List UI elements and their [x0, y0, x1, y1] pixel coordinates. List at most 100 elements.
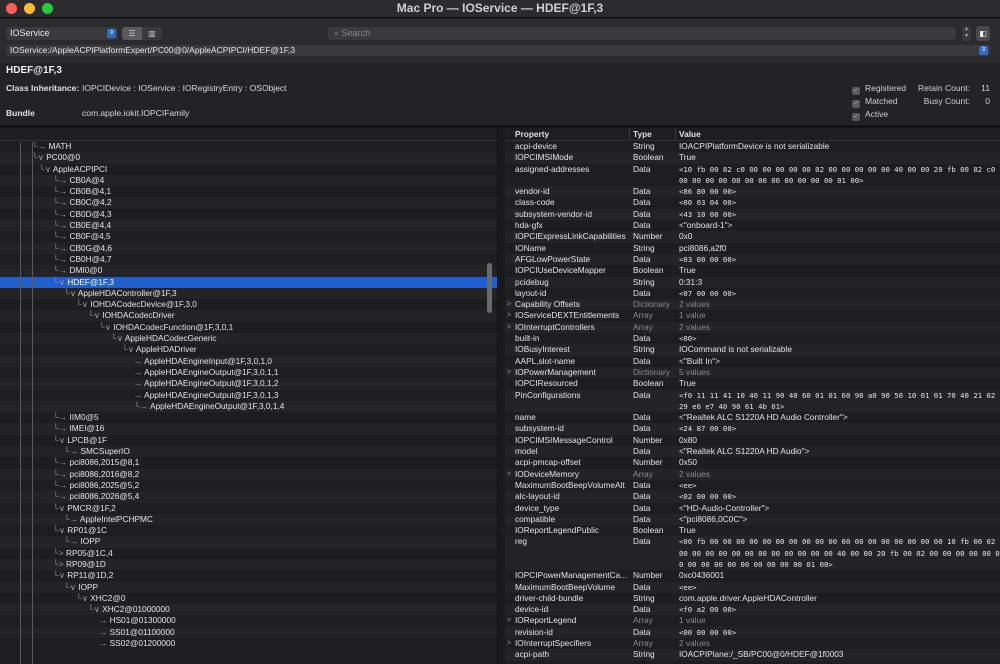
registry-tree[interactable]: └→ MATH └∨ PC00@0 └∨ AppleACPIPCI └→ CB0A@4…	[0, 128, 497, 664]
property-row[interactable]: vendor-id Data <86 80 00 00>	[505, 186, 1000, 198]
column-header-property[interactable]: Property	[505, 128, 630, 140]
tree-row[interactable]: └→ CB0C@4,2	[0, 197, 497, 209]
pane-splitter[interactable]: ⋮	[497, 128, 506, 664]
property-row[interactable]: > IOPowerManagement Dictionary 5 values	[505, 366, 1000, 379]
property-row[interactable]: IOName String pci8086,a2f0	[505, 243, 1000, 254]
property-row[interactable]: model Data <"Realtek ALC S1220A HD Audio">	[505, 446, 1000, 458]
tree-row[interactable]: └→ IMEI@16	[0, 423, 497, 435]
tree-row[interactable]: └→ SMCSuperIO	[0, 446, 497, 458]
property-row[interactable]: MaximumBootBeepVolumeAlt Data <ee>	[505, 480, 1000, 491]
tree-row[interactable]: └→ CB0F@4,5	[0, 231, 497, 242]
column-view-icon[interactable]: ▥	[142, 27, 162, 40]
tree-row[interactable]: └→ MATH	[0, 141, 497, 152]
disclosure-triangle-icon[interactable]: >	[507, 367, 511, 378]
column-header-value[interactable]: Value	[676, 128, 1000, 140]
disclosure-triangle-icon[interactable]: >	[507, 638, 511, 649]
tree-row[interactable]: └→ AppleIntelPCHPMC	[0, 513, 497, 526]
property-row[interactable]: acpi-pmcap-offset Number 0x50	[505, 457, 1000, 468]
property-row[interactable]: compatible Data <"pci8086,0C0C">	[505, 513, 1000, 526]
tree-row[interactable]: └→ pci8086,2026@5,4	[0, 491, 497, 503]
property-row[interactable]: > Capability Offsets Dictionary 2 values	[505, 299, 1000, 311]
property-row[interactable]: hda-gfx Data <"onboard-1">	[505, 220, 1000, 231]
property-row[interactable]: IOPCIMSIMode Boolean True	[505, 152, 1000, 164]
property-row[interactable]: driver-child-bundle String com.apple.drive…	[505, 593, 1000, 604]
property-row[interactable]: IOPCIResourced Boolean True	[505, 378, 1000, 389]
tree-row[interactable]: └→ CB0A@4	[0, 174, 497, 187]
tree-row[interactable]: └→ pci8086,2016@8,2	[0, 468, 497, 480]
property-row[interactable]: > IOServiceDEXTEntitlements Array 1 value	[505, 310, 1000, 321]
property-row[interactable]: acpi-path String IOACPIPlane:/_SB/PC00@0/H…	[505, 649, 1000, 661]
tree-row[interactable]: → SS01@01100000	[0, 626, 497, 639]
property-row[interactable]: name Data <"Realtek ALC S1220A HD Audio Co…	[505, 412, 1000, 423]
property-row[interactable]: subsystem-id Data <24 87 00 00>	[505, 423, 1000, 435]
disclosure-triangle-icon[interactable]: >	[507, 299, 511, 310]
tree-row[interactable]: └→ pci8086,2015@8,1	[0, 457, 497, 468]
property-row[interactable]: alc-layout-id Data <02 00 00 00>	[505, 491, 1000, 503]
disclosure-triangle-icon[interactable]: >	[507, 322, 511, 333]
property-row[interactable]: IOPCIUseDeviceMapper Boolean True	[505, 265, 1000, 276]
disclosure-triangle-icon[interactable]: >	[507, 469, 511, 480]
property-row[interactable]: acpi-device String IOACPIPlatformDevice is…	[505, 141, 1000, 152]
tree-row[interactable]: → SS02@01200000	[0, 638, 497, 649]
property-row[interactable]: AAPL,slot-name Data <"Built In">	[505, 356, 1000, 367]
property-row[interactable]: reg Data <00 fb 00 00 00 00 00 00 00 00 00…	[505, 536, 1000, 571]
tree-row[interactable]: └→ IIM0@5	[0, 412, 497, 423]
property-row[interactable]: IOPCIMSIMessageControl Number 0x80	[505, 435, 1000, 446]
tree-row[interactable]: └∨ AppleHDAController@1F,3	[0, 287, 497, 300]
property-row[interactable]: assigned-addresses Data <10 fb 00 82 c0 00…	[505, 164, 1000, 187]
plane-select[interactable]: IOService ⇕	[6, 27, 118, 40]
list-view-icon[interactable]: ☰	[122, 27, 142, 40]
search-options-stepper[interactable]: ▴ ▾	[962, 26, 971, 41]
tree-row[interactable]: → AppleHDAEngineOutput@1F,3,0,1,3	[0, 390, 497, 401]
sidebar-toggle-icon[interactable]: ◧	[976, 26, 990, 41]
tree-row[interactable]: └∨ RP01@1C	[0, 525, 497, 536]
property-row[interactable]: subsystem-vendor-id Data <43 10 00 00>	[505, 208, 1000, 221]
tree-row[interactable]: → AppleHDAEngineOutput@1F,3,0,1,2	[0, 378, 497, 390]
tree-row[interactable]: └> RP09@1D	[0, 558, 497, 571]
tree-row[interactable]: └→ CB0H@4,7	[0, 254, 497, 265]
tree-row[interactable]: └∨ RP11@1D,2	[0, 570, 497, 581]
tree-row[interactable]: → AppleHDAEngineOutput@1F,3,0,1,1	[0, 367, 497, 378]
tree-row[interactable]: └∨ IOPP	[0, 581, 497, 593]
tree-scrollbar[interactable]	[487, 263, 492, 313]
property-row[interactable]: device_type Data <"HD-Audio-Controller">	[505, 503, 1000, 514]
tree-row[interactable]: └∨ XHC2@01000000	[0, 604, 497, 616]
property-row[interactable]: built-in Data <00>	[505, 333, 1000, 344]
property-row[interactable]: device-id Data <f0 a2 00 00>	[505, 604, 1000, 616]
tree-row[interactable]: └→ IOPP	[0, 536, 497, 548]
tree-row[interactable]: └∨ IOHDACodecFunction@1F,3,0,1	[0, 322, 497, 333]
path-select[interactable]: IOService:/AppleACPIPlatformExpert/PC00@…	[6, 45, 990, 56]
tree-row[interactable]: └∨ AppleHDACodecGeneric	[0, 333, 497, 345]
tree-row[interactable]: └∨ XHC2@0	[0, 593, 497, 604]
tree-row[interactable]: └∨ IOHDACodecDriver	[0, 310, 497, 322]
tree-row[interactable]: └∨ HDEF@1F,3	[0, 276, 497, 288]
tree-row[interactable]: └∨ AppleHDADriver	[0, 344, 497, 355]
column-header-type[interactable]: Type	[630, 128, 676, 140]
property-row[interactable]: layout-id Data <07 00 00 00>	[505, 288, 1000, 299]
tree-row[interactable]: └∨ PC00@0	[0, 152, 497, 164]
property-row[interactable]: > IODeviceMemory Array 2 values	[505, 468, 1000, 480]
property-row[interactable]: IOPCIExpressLinkCapabilities Number 0x0	[505, 231, 1000, 243]
property-row[interactable]: IOReportLegendPublic Boolean True	[505, 525, 1000, 536]
property-row[interactable]: > IOReportLegend Array 1 value	[505, 615, 1000, 626]
property-row[interactable]: > IOInterruptControllers Array 2 values	[505, 321, 1000, 334]
tree-row[interactable]: └→ CB0G@4,6	[0, 242, 497, 254]
tree-row[interactable]: └∨ LPCB@1F	[0, 435, 497, 446]
tree-row[interactable]: └∨ IOHDACodecDevice@1F,3,0	[0, 299, 497, 310]
disclosure-triangle-icon[interactable]: >	[507, 310, 511, 321]
tree-row[interactable]: └→ AppleHDAEngineOutput@1F,3,0,1,4	[0, 400, 497, 413]
property-row[interactable]: pcidebug String 0:31:3	[505, 276, 1000, 288]
property-row[interactable]: class-code Data <00 03 04 00>	[505, 197, 1000, 208]
tree-row[interactable]: └→ pci8086,2025@5,2	[0, 480, 497, 491]
tree-row[interactable]: └∨ AppleACPIPCI	[0, 164, 497, 175]
tree-row[interactable]: → HS01@01300000	[0, 615, 497, 626]
tree-row[interactable]: → AppleHDAEngineInput@1F,3,0,1,0	[0, 355, 497, 367]
tree-row[interactable]: └→ CB0D@4,3	[0, 209, 497, 220]
property-row[interactable]: IOBusyInterest String IOCommand is not ser…	[505, 344, 1000, 356]
property-row[interactable]: PinConfigurations Data <f0 11 11 41 10 40 …	[505, 389, 1000, 413]
tree-row[interactable]: └→ CB0E@4,4	[0, 220, 497, 232]
tree-row[interactable]: └→ CB0B@4,1	[0, 186, 497, 197]
property-row[interactable]: MaximumBootBeepVolume Data <ee>	[505, 581, 1000, 593]
property-row[interactable]: AFGLowPowerState Data <03 00 00 00>	[505, 253, 1000, 266]
property-row[interactable]: revision-id Data <00 00 00 00>	[505, 626, 1000, 639]
